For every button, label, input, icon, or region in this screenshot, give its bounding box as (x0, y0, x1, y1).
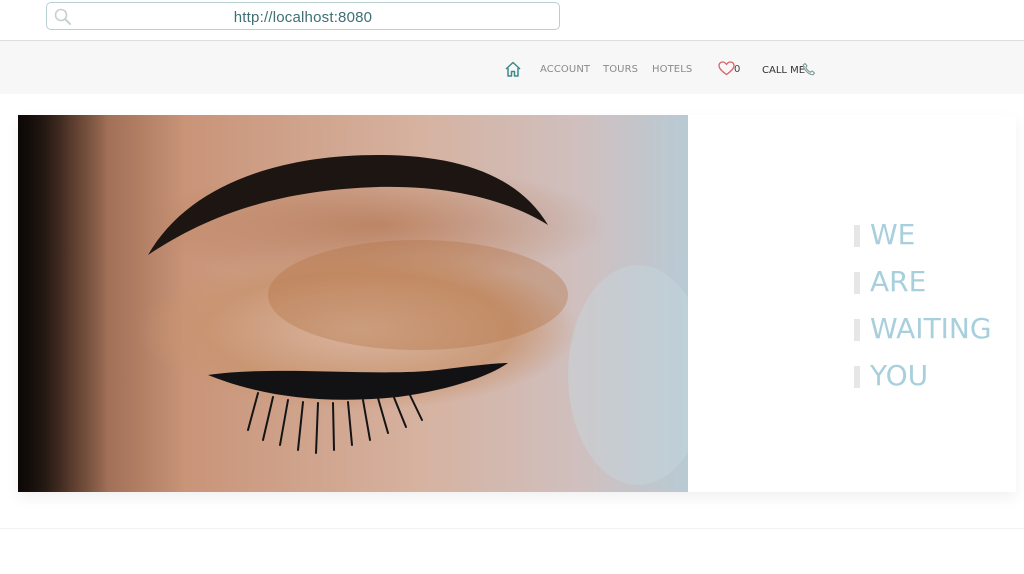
eye-photo-illustration (18, 115, 688, 492)
tagline-word: YOU (870, 359, 929, 392)
call-me-link[interactable]: CALL ME (762, 65, 805, 76)
favorites-count: 0 (734, 64, 741, 75)
tagline-word: WAITING (870, 312, 992, 345)
tagline-word: WE (870, 218, 916, 251)
heart-icon[interactable] (718, 61, 735, 76)
phone-icon[interactable] (802, 62, 816, 76)
top-navigation: ACCOUNT TOURS HOTELS 0 CALL ME (0, 40, 1024, 94)
tagline-bar (854, 272, 860, 294)
address-bar[interactable]: http://localhost:8080 (46, 2, 560, 30)
tagline-bar (854, 366, 860, 388)
home-icon[interactable] (504, 60, 522, 78)
nav-item-account[interactable]: ACCOUNT (540, 64, 590, 75)
tagline-word: ARE (870, 265, 927, 298)
section-divider (0, 528, 1024, 529)
hero-photo (18, 115, 688, 492)
url-text[interactable]: http://localhost:8080 (47, 9, 559, 26)
nav-item-tours[interactable]: TOURS (603, 64, 638, 75)
tagline-bar (854, 225, 860, 247)
nav-item-hotels[interactable]: HOTELS (652, 64, 692, 75)
hero-section: WE ARE WAITING YOU (18, 115, 1016, 492)
tagline-bar (854, 319, 860, 341)
